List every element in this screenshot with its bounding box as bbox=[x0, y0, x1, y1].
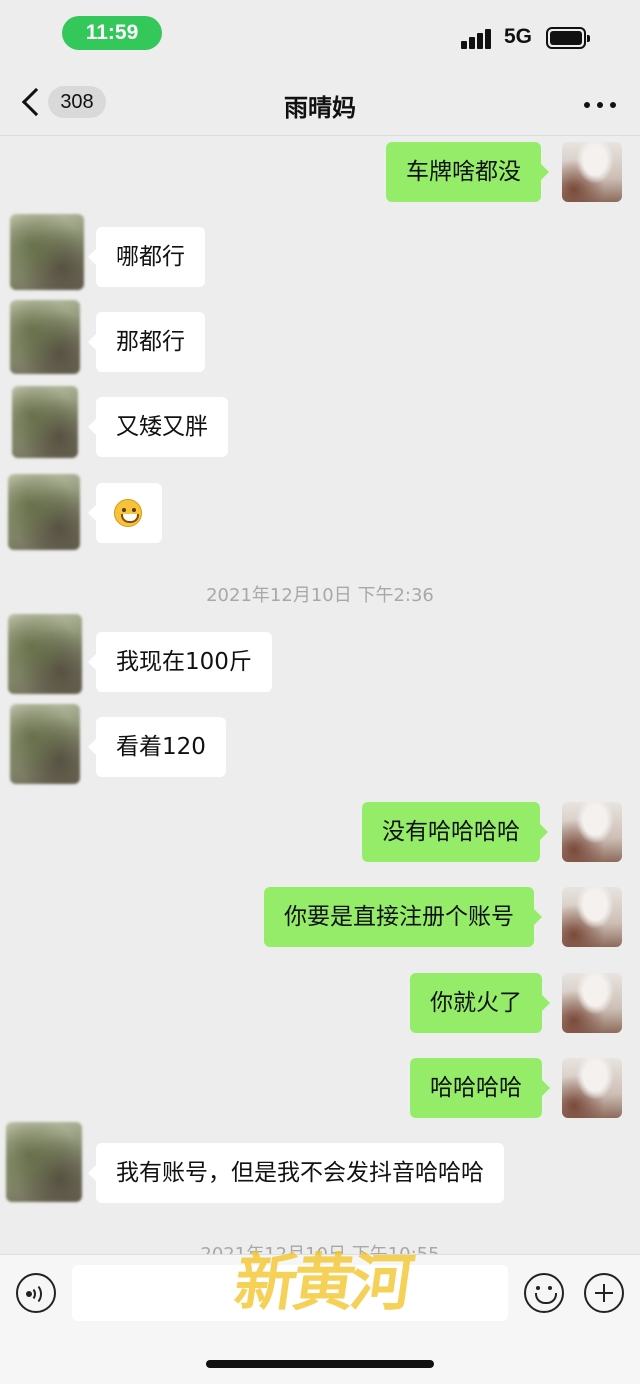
message-bubble-incoming[interactable]: 哪都行 bbox=[88, 227, 205, 287]
avatar-self[interactable] bbox=[562, 887, 622, 947]
avatar-self[interactable] bbox=[562, 973, 622, 1033]
plus-icon[interactable] bbox=[584, 1273, 624, 1313]
status-bar: 11:59 5G bbox=[0, 0, 640, 70]
message-bubble-incoming[interactable]: 我有账号，但是我不会发抖音哈哈哈 bbox=[88, 1143, 504, 1203]
watermark-logo: 新黄河 bbox=[230, 1246, 415, 1319]
avatar-self[interactable] bbox=[562, 142, 622, 202]
status-time: 11:59 bbox=[62, 16, 162, 50]
avatar-self[interactable] bbox=[562, 1058, 622, 1118]
signal-bars-icon bbox=[461, 27, 493, 49]
home-indicator[interactable] bbox=[206, 1360, 434, 1368]
message-bubble-outgoing[interactable]: 你要是直接注册个账号 bbox=[264, 887, 542, 947]
message-timestamp: 2021年12月10日 下午2:36 bbox=[206, 585, 434, 606]
voice-waves bbox=[26, 1283, 46, 1305]
message-bubble-outgoing[interactable]: 哈哈哈哈 bbox=[410, 1058, 550, 1118]
avatar-peer[interactable] bbox=[10, 704, 80, 784]
avatar-self[interactable] bbox=[562, 802, 622, 862]
avatar-peer[interactable] bbox=[10, 300, 80, 374]
message-bubble-outgoing[interactable]: 没有哈哈哈哈 bbox=[362, 802, 548, 862]
avatar-peer[interactable] bbox=[6, 1122, 82, 1202]
avatar-peer[interactable] bbox=[12, 386, 78, 458]
message-bubble-incoming[interactable]: 看着120 bbox=[88, 717, 226, 777]
message-bubble-incoming[interactable] bbox=[88, 483, 162, 543]
message-bubble-outgoing[interactable]: 你就火了 bbox=[410, 973, 550, 1033]
chat-title: 雨晴妈 bbox=[284, 94, 356, 122]
emoji-icon[interactable] bbox=[524, 1273, 564, 1313]
message-bubble-outgoing[interactable]: 车牌啥都没 bbox=[386, 142, 549, 202]
avatar-peer[interactable] bbox=[8, 614, 82, 694]
avatar-peer[interactable] bbox=[8, 474, 80, 550]
chat-header: 308 雨晴妈 bbox=[0, 72, 640, 136]
avatar-peer[interactable] bbox=[10, 214, 84, 290]
voice-icon[interactable] bbox=[16, 1273, 56, 1313]
network-label: 5G bbox=[504, 25, 533, 48]
message-bubble-incoming[interactable]: 我现在100斤 bbox=[88, 632, 272, 692]
ellipsis-icon[interactable] bbox=[582, 94, 618, 114]
grinning-face-emoji-icon bbox=[114, 499, 142, 527]
message-bubble-incoming[interactable]: 那都行 bbox=[88, 312, 205, 372]
message-bubble-incoming[interactable]: 又矮又胖 bbox=[88, 397, 228, 457]
battery-icon bbox=[546, 27, 590, 49]
